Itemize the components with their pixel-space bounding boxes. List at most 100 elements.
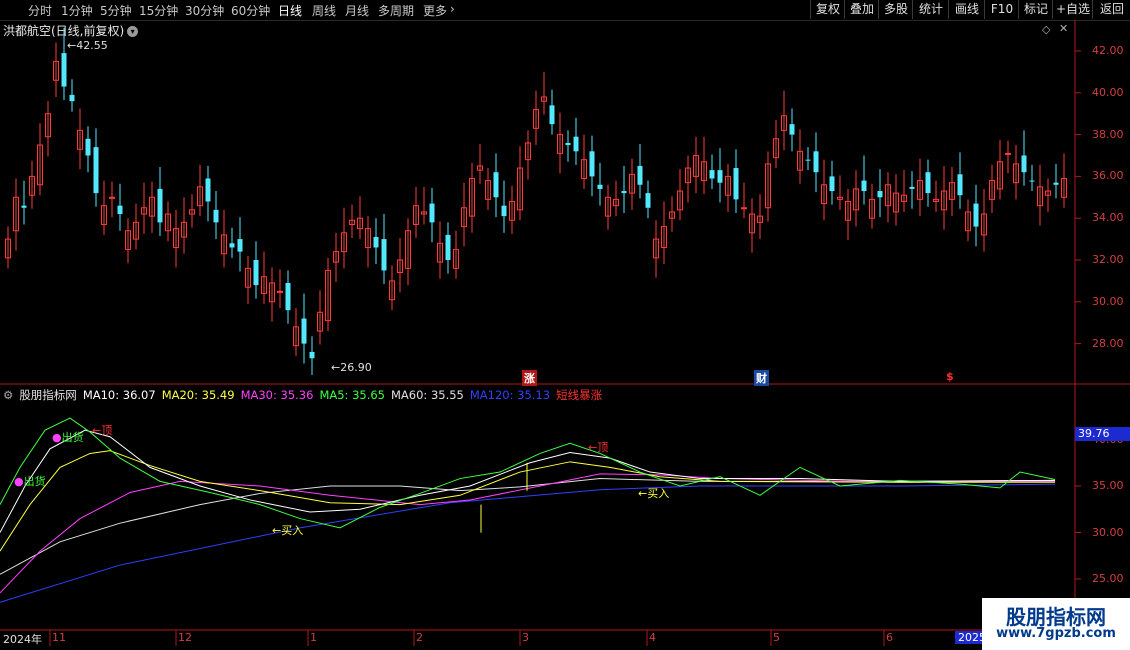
- price-axis-label: 42.00: [1092, 44, 1124, 57]
- indicator-axis-label: 25.00: [1092, 572, 1124, 585]
- time-axis-month-7: 6: [886, 631, 893, 644]
- event-marker-1[interactable]: 财: [754, 370, 769, 386]
- candle-body: [581, 159, 587, 179]
- candle-body: [269, 282, 275, 303]
- toolbar-button-1[interactable]: 叠加: [844, 0, 879, 19]
- candle-body: [53, 60, 59, 81]
- period-tab-2[interactable]: 5分钟: [100, 2, 132, 19]
- candle-body: [701, 161, 707, 182]
- top-signal-2: ←顶: [588, 441, 609, 454]
- period-tab-9[interactable]: 多周期: [378, 2, 414, 19]
- candle-body: [797, 150, 803, 171]
- ma30-line: [0, 473, 1056, 594]
- candle-body: [901, 194, 907, 202]
- sell-signal-1: ●出货: [52, 431, 84, 444]
- candle-body: [757, 215, 763, 223]
- toolbar-button-0[interactable]: 复权: [810, 0, 845, 19]
- ma60-line: [0, 478, 1056, 575]
- candle-body: [157, 188, 163, 223]
- candle-body: [973, 203, 979, 227]
- period-tab-3[interactable]: 15分钟: [139, 2, 178, 19]
- toolbar-button-6[interactable]: 标记: [1018, 0, 1053, 19]
- candle-body: [125, 230, 131, 251]
- chevron-right-icon[interactable]: ›: [450, 2, 455, 16]
- toolbar-button-5[interactable]: F10: [984, 0, 1019, 19]
- candle-body: [677, 190, 683, 211]
- indicator-item-6: 短线暴涨: [556, 388, 603, 402]
- high-price-value: 42.55: [76, 39, 108, 52]
- stock-title-text: 洪都航空(日线,前复权): [3, 24, 125, 38]
- candle-body: [821, 184, 827, 205]
- candle-body: [549, 105, 555, 125]
- candle-body: [1005, 152, 1011, 155]
- candle-body: [501, 205, 507, 217]
- candle-body: [1013, 163, 1019, 184]
- price-axis-label: 28.00: [1092, 336, 1124, 350]
- diamond-icon[interactable]: ◇: [1042, 23, 1050, 36]
- candle-body: [837, 196, 843, 200]
- price-axis-label: 40.00: [1092, 85, 1124, 99]
- period-tab-1[interactable]: 1分钟: [61, 2, 93, 19]
- candle-body: [533, 109, 539, 129]
- candle-body: [101, 205, 107, 225]
- candle-body: [861, 180, 867, 192]
- settings-icon[interactable]: ⚙: [3, 388, 13, 402]
- ma120-line: [0, 483, 1056, 603]
- candle-body: [205, 178, 211, 202]
- ma5-line: [0, 417, 1056, 529]
- candle-body: [109, 196, 115, 199]
- candle-body: [525, 142, 531, 161]
- candle-body: [661, 226, 667, 248]
- candle-body: [445, 234, 451, 260]
- period-tab-10[interactable]: 更多: [423, 2, 447, 19]
- candle-body: [37, 144, 43, 186]
- candle-body: [301, 318, 307, 344]
- candle-body: [141, 207, 147, 215]
- candle-body: [1061, 177, 1067, 198]
- candle-body: [293, 326, 299, 347]
- candle-body: [725, 175, 731, 196]
- toolbar-button-3[interactable]: 统计: [912, 0, 949, 19]
- candle-body: [149, 196, 155, 217]
- candle-body: [669, 211, 675, 219]
- candle-body: [325, 269, 331, 322]
- price-chart[interactable]: [0, 0, 1130, 650]
- candle-body: [517, 167, 523, 211]
- period-tab-5[interactable]: 60分钟: [231, 2, 270, 19]
- watermark-url: www.7gpzb.com: [996, 626, 1116, 641]
- chevron-down-icon[interactable]: ▾: [127, 26, 139, 37]
- candle-body: [813, 151, 819, 173]
- candle-body: [469, 177, 475, 217]
- buy-signal-2: ←买入: [638, 487, 670, 500]
- candle-body: [845, 200, 851, 221]
- candle-body: [853, 188, 859, 211]
- toolbar-button-2[interactable]: 多股: [878, 0, 913, 19]
- candle-body: [173, 228, 179, 248]
- candle-body: [749, 213, 755, 234]
- stock-title[interactable]: 洪都航空(日线,前复权) ▾: [3, 22, 139, 39]
- candle-body: [261, 276, 267, 294]
- period-toolbar: 分时 1分钟 5分钟 15分钟 30分钟 60分钟 日线 周线 月线 多周期 更多 › 复权 叠加 多股 统计…: [0, 0, 1130, 21]
- event-marker-2[interactable]: $: [946, 370, 954, 383]
- price-axis-label: 34.00: [1092, 211, 1124, 225]
- toolbar-button-4[interactable]: 画线: [948, 0, 985, 19]
- high-price-marker: ←42.55: [67, 39, 108, 52]
- price-axis-label: 36.00: [1092, 169, 1124, 183]
- candle-body: [909, 186, 915, 189]
- period-tab-6[interactable]: 日线: [278, 2, 302, 19]
- candle-body: [405, 230, 411, 269]
- indicator-name[interactable]: 股朋指标网: [19, 388, 77, 402]
- toolbar-button-7[interactable]: +自选: [1052, 0, 1093, 19]
- period-tab-8[interactable]: 月线: [345, 2, 369, 19]
- candle-body: [373, 237, 379, 248]
- period-tab-7[interactable]: 周线: [312, 2, 336, 19]
- period-tab-4[interactable]: 30分钟: [185, 2, 224, 19]
- period-tab-0[interactable]: 分时: [28, 2, 52, 19]
- toolbar-button-8[interactable]: 返回: [1092, 0, 1130, 19]
- candle-body: [117, 205, 123, 215]
- candle-body: [781, 115, 787, 131]
- event-marker-0[interactable]: 涨: [522, 370, 537, 386]
- time-axis-month-1: 12: [178, 631, 192, 644]
- close-icon[interactable]: ✕: [1059, 22, 1068, 35]
- candle-body: [629, 173, 635, 194]
